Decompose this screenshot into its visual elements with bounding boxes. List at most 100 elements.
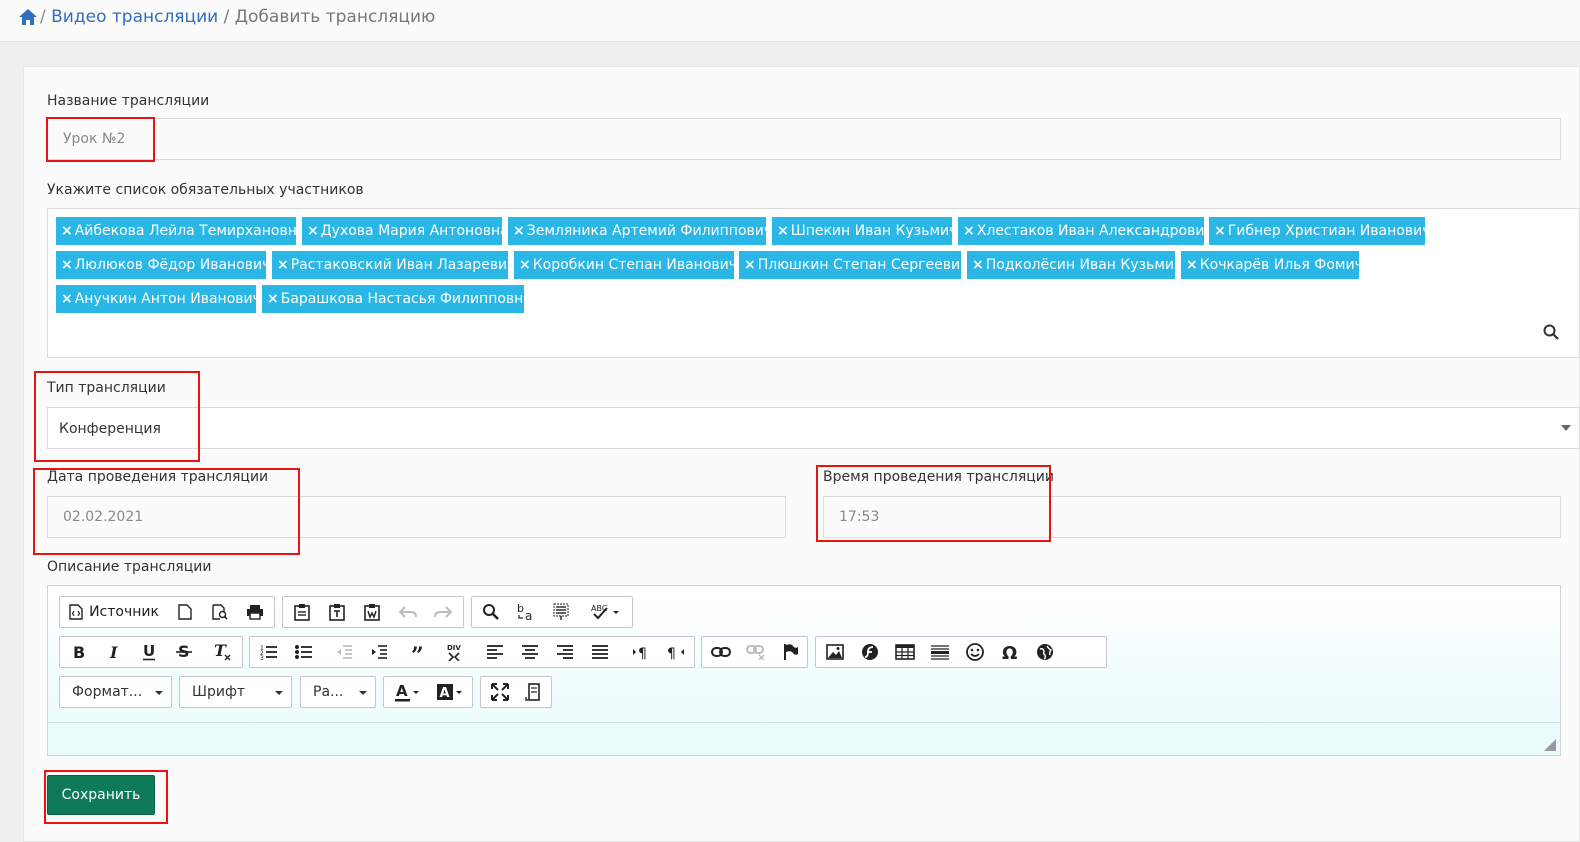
undo-button[interactable] xyxy=(393,597,423,627)
paste-button[interactable] xyxy=(287,597,317,627)
name-input[interactable]: Урок №2 xyxy=(47,118,1561,160)
source-button[interactable]: Источник xyxy=(66,597,162,627)
editor-content-area[interactable] xyxy=(48,722,1560,755)
participant-tag[interactable]: × Плюшкин Степан Сергеевич xyxy=(739,251,968,279)
time-input[interactable]: 17:53 xyxy=(823,496,1561,538)
tag-remove-icon[interactable]: × xyxy=(744,257,756,273)
search-icon[interactable] xyxy=(1543,324,1559,340)
date-input[interactable]: 02.02.2021 xyxy=(47,496,786,538)
justify-button[interactable] xyxy=(585,637,615,667)
rtl-icon: ¶ xyxy=(667,646,684,660)
participant-tag[interactable]: × Духова Мария Антоновна xyxy=(302,217,509,245)
align-right-button[interactable] xyxy=(550,637,580,667)
horizontal-rule-button[interactable] xyxy=(925,637,955,667)
underline-button[interactable]: U xyxy=(134,637,164,667)
tag-remove-icon[interactable]: × xyxy=(963,223,975,239)
tag-remove-icon[interactable]: × xyxy=(777,223,789,239)
special-char-button[interactable]: Ω xyxy=(995,637,1025,667)
strike-button[interactable]: S xyxy=(169,637,199,667)
paste-word-button[interactable] xyxy=(357,597,387,627)
type-select[interactable]: Конференция xyxy=(47,407,1580,449)
ltr-button[interactable]: ¶ xyxy=(626,637,656,667)
numbered-list-icon: 123 xyxy=(260,645,277,660)
format-select[interactable]: Формат... xyxy=(59,676,172,708)
bold-icon: B xyxy=(73,644,85,660)
tag-remove-icon[interactable]: × xyxy=(972,257,984,273)
bg-color-icon: A xyxy=(437,684,462,701)
remove-format-button[interactable]: T xyxy=(206,637,238,667)
find-button[interactable] xyxy=(476,597,506,627)
table-button[interactable] xyxy=(890,637,920,667)
spellcheck-button[interactable]: ABC xyxy=(584,597,628,627)
blockquote-button[interactable]: ” xyxy=(405,637,435,667)
paste-text-button[interactable] xyxy=(322,597,352,627)
rtl-button[interactable]: ¶ xyxy=(661,637,691,667)
participant-tag[interactable]: × Растаковский Иван Лазаревич xyxy=(272,251,515,279)
participant-tag[interactable]: × Подколёсин Иван Кузьмич xyxy=(967,251,1182,279)
bulleted-list-button[interactable] xyxy=(289,637,319,667)
anchor-button[interactable] xyxy=(776,637,806,667)
numbered-list-button[interactable]: 123 xyxy=(254,637,284,667)
print-button[interactable] xyxy=(240,597,270,627)
participant-tag[interactable]: × Барашкова Настасья Филипповна xyxy=(262,285,532,313)
redo-button[interactable] xyxy=(428,597,458,627)
size-select[interactable]: Ра... xyxy=(300,676,376,708)
anchor-icon xyxy=(784,644,798,660)
paste-word-icon xyxy=(364,604,380,621)
select-all-button[interactable] xyxy=(546,597,576,627)
participant-tag[interactable]: × Люлюков Фёдор Иванович xyxy=(56,251,270,279)
align-left-button[interactable] xyxy=(480,637,510,667)
smiley-button[interactable] xyxy=(960,637,990,667)
div-button[interactable]: DIV xyxy=(440,637,470,667)
participant-tag[interactable]: × Кочкарёв Илья Фомич xyxy=(1181,251,1363,279)
iframe-icon xyxy=(1037,644,1053,660)
show-blocks-button[interactable] xyxy=(519,677,549,707)
tag-remove-icon[interactable]: × xyxy=(267,291,279,307)
svg-text:A: A xyxy=(396,682,408,700)
iframe-button[interactable] xyxy=(1030,637,1060,667)
align-center-button[interactable] xyxy=(515,637,545,667)
rich-text-editor: Источник ba ABC B I U S T 123 ” DIV ¶ ¶ … xyxy=(47,585,1561,756)
participant-tag[interactable]: × Анучкин Антон Иванович xyxy=(56,285,261,313)
tag-remove-icon[interactable]: × xyxy=(519,257,531,273)
underline-icon: U xyxy=(143,643,155,661)
participant-tag[interactable]: × Земляника Артемий Филиппович xyxy=(508,217,772,245)
participant-tag[interactable]: × Гибнер Христиан Иванович xyxy=(1209,217,1430,245)
tag-remove-icon[interactable]: × xyxy=(61,223,73,239)
tag-remove-icon[interactable]: × xyxy=(1214,223,1226,239)
bold-button[interactable]: B xyxy=(64,637,94,667)
ltr-icon: ¶ xyxy=(633,646,647,660)
link-button[interactable] xyxy=(706,637,736,667)
preview-button[interactable] xyxy=(205,597,235,627)
participant-tag[interactable]: × Айбекова Лейла Темирхановна xyxy=(56,217,305,245)
participant-tag[interactable]: × Хлестаков Иван Александрович xyxy=(958,217,1213,245)
tag-remove-icon[interactable]: × xyxy=(277,257,289,273)
image-button[interactable] xyxy=(820,637,850,667)
resize-handle-icon[interactable] xyxy=(1544,739,1556,751)
italic-button[interactable]: I xyxy=(99,637,129,667)
font-select[interactable]: Шрифт xyxy=(179,676,292,708)
outdent-icon xyxy=(337,645,352,659)
indent-button[interactable] xyxy=(364,637,394,667)
tag-remove-icon[interactable]: × xyxy=(61,257,73,273)
breadcrumb-link-video-streams[interactable]: Видео трансляции xyxy=(51,7,218,27)
background-color-button[interactable]: A xyxy=(430,677,470,707)
tag-remove-icon[interactable]: × xyxy=(61,291,73,307)
home-icon[interactable] xyxy=(18,8,38,26)
participant-tag[interactable]: × Коробкин Степан Иванович xyxy=(514,251,737,279)
flash-button[interactable] xyxy=(855,637,885,667)
save-button[interactable]: Сохранить xyxy=(47,775,155,815)
maximize-button[interactable] xyxy=(485,677,515,707)
align-left-icon xyxy=(487,645,503,659)
tag-remove-icon[interactable]: × xyxy=(307,223,319,239)
participants-field[interactable]: × Айбекова Лейла Темирхановна × Духова Мар… xyxy=(47,208,1580,358)
participant-tag[interactable]: × Шпекин Иван Кузьмич xyxy=(772,217,957,245)
unlink-button[interactable] xyxy=(741,637,771,667)
text-color-button[interactable]: A xyxy=(388,677,428,707)
tag-remove-icon[interactable]: × xyxy=(513,223,525,239)
format-select-label: Формат... xyxy=(72,684,143,700)
tag-remove-icon[interactable]: × xyxy=(1186,257,1198,273)
outdent-button[interactable] xyxy=(329,637,359,667)
replace-button[interactable]: ba xyxy=(511,597,541,627)
new-page-button[interactable] xyxy=(170,597,200,627)
